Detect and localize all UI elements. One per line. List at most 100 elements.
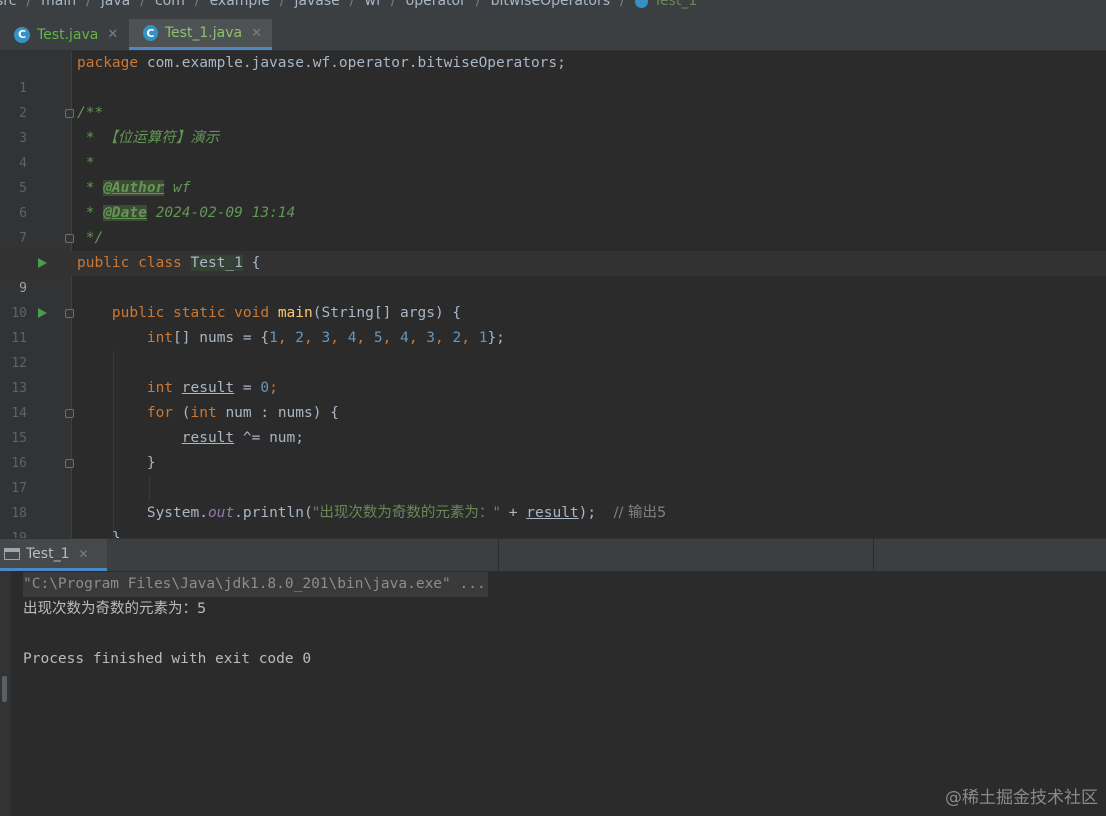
- brace: {: [242, 255, 261, 271]
- doc-comment: */: [77, 230, 104, 246]
- breadcrumb-item[interactable]: example: [210, 0, 270, 9]
- breadcrumb-item[interactable]: operator: [406, 0, 466, 9]
- keyword: class: [138, 255, 182, 271]
- fold-icon[interactable]: [65, 234, 74, 243]
- keyword: void: [234, 305, 270, 321]
- watermark: @稀土掘金技术社区: [945, 788, 1098, 808]
- java-class-icon: C: [14, 26, 30, 43]
- breadcrumb-separator: /: [194, 0, 200, 9]
- comma: ,: [461, 330, 479, 346]
- class-name: Test_1: [190, 255, 243, 271]
- breadcrumb-separator: /: [620, 0, 625, 9]
- breadcrumb-current[interactable]: Test_1: [654, 0, 697, 9]
- close-icon[interactable]: ✕: [251, 26, 262, 41]
- code-line-20: 20 }: [0, 526, 1106, 538]
- number-literal: 0: [260, 380, 270, 396]
- code-line-15: 15 for (int num : nums) {: [0, 401, 1106, 446]
- run-tool-tab-bar: Test_1 ✕: [0, 538, 1106, 571]
- comma: ,: [356, 330, 374, 346]
- comma: ,: [382, 330, 401, 346]
- number-literal: 4: [400, 330, 409, 346]
- tab-label: Test_1.java: [164, 25, 243, 41]
- divider: [498, 539, 499, 571]
- breadcrumb-item[interactable]: wf: [365, 0, 381, 9]
- doc-comment: *: [77, 180, 95, 196]
- code-line-14: 14 int result = 0;: [0, 376, 1106, 421]
- variable: result: [181, 430, 235, 446]
- doc-comment: *: [77, 155, 95, 171]
- method-call: .println(: [234, 505, 313, 521]
- number-literal: 2: [295, 330, 305, 346]
- package-name: com.example.javase.wf.operator.bitwiseOp…: [146, 55, 566, 71]
- breadcrumb-item[interactable]: javase: [295, 0, 340, 9]
- method-params: (String[] args) {: [312, 305, 462, 321]
- array-close: };: [487, 330, 505, 346]
- tab-test-java[interactable]: C Test.java ✕: [0, 19, 129, 50]
- code-line-5: 5 *: [0, 151, 1106, 196]
- fold-icon[interactable]: [65, 309, 74, 318]
- number-literal: 1: [269, 330, 278, 346]
- code-line-3: 3 /**: [0, 101, 1106, 146]
- run-icon[interactable]: [38, 258, 47, 268]
- keyword: int: [146, 380, 174, 396]
- comma: ,: [435, 330, 453, 346]
- operator: +: [500, 505, 527, 521]
- call-end: );: [578, 505, 597, 521]
- array-values: 1, 2, 3, 4, 5, 4, 3, 2, 1: [269, 330, 487, 346]
- code-line-18: 18: [0, 476, 1106, 521]
- breadcrumb-separator: /: [26, 0, 32, 9]
- code-line-8: 8 */: [0, 226, 1106, 271]
- keyword: public: [77, 255, 130, 271]
- fold-icon[interactable]: [65, 109, 74, 118]
- breadcrumb-item[interactable]: src: [0, 0, 16, 9]
- static-field: out: [207, 505, 235, 521]
- comma: ,: [277, 330, 296, 346]
- brace: }: [111, 530, 121, 538]
- code-line-11: 11 public static void main(String[] args…: [0, 301, 1106, 346]
- divider: [873, 539, 874, 571]
- doc-value: 2024-02-09 13:14: [146, 205, 296, 221]
- scroll-marker[interactable]: [2, 676, 7, 702]
- code-line-10: 10: [0, 276, 1106, 321]
- tab-label: Test.java: [37, 26, 99, 43]
- keyword: for: [146, 405, 174, 421]
- breadcrumb-item[interactable]: java: [101, 0, 130, 9]
- doc-value: wf: [164, 180, 191, 196]
- editor-tab-bar: C Test.java ✕ C Test_1.java ✕: [0, 19, 1106, 51]
- code-line-2: 2: [0, 76, 1106, 121]
- breadcrumb-item[interactable]: com: [155, 0, 185, 9]
- variable: result: [181, 380, 235, 396]
- comma: ,: [304, 330, 322, 346]
- run-icon[interactable]: [38, 308, 47, 318]
- keyword: int: [146, 330, 174, 346]
- doc-tag: @Author: [103, 180, 165, 196]
- code-line-12: 1 2 int[] nums = {1, 2, 3, 4, 5, 4, 3, 2,…: [0, 326, 1106, 371]
- run-console-icon: [4, 547, 20, 560]
- breadcrumb-separator: /: [86, 0, 91, 9]
- doc-title: 【位运算符】演示: [103, 130, 220, 146]
- close-icon[interactable]: ✕: [107, 27, 118, 42]
- breadcrumb-item[interactable]: main: [41, 0, 76, 9]
- code-line-19: 19 System.out.println("出现次数为奇数的元素为：" + r…: [0, 501, 1106, 538]
- array-decl: [] nums = {: [173, 330, 270, 346]
- run-tab[interactable]: Test_1 ✕: [0, 539, 107, 571]
- tab-test-1-java[interactable]: C Test_1.java ✕: [129, 19, 272, 50]
- close-icon[interactable]: ✕: [78, 547, 88, 561]
- fold-icon[interactable]: [65, 409, 74, 418]
- doc-comment: *: [77, 205, 95, 221]
- console-output[interactable]: "C:\Program Files\Java\jdk1.8.0_201\bin\…: [0, 571, 1106, 816]
- code-line-1: 1 package com.example.javase.wf.operator…: [0, 51, 1106, 96]
- keyword: int: [190, 405, 217, 421]
- code-line-9: 9 public class Test_1 {: [0, 251, 1106, 296]
- breadcrumb-item[interactable]: bitwiseOperators: [491, 0, 610, 9]
- breadcrumb-separator: /: [390, 0, 396, 9]
- fold-icon[interactable]: [65, 459, 74, 468]
- doc-tag: @Date: [103, 205, 147, 221]
- breadcrumb-separator: /: [475, 0, 481, 9]
- number-literal: 2: [452, 330, 462, 346]
- console-command: "C:\Program Files\Java\jdk1.8.0_201\bin\…: [23, 572, 488, 597]
- semicolon: ;: [269, 380, 278, 396]
- breadcrumb-separator: /: [279, 0, 285, 9]
- keyword: package: [77, 55, 139, 71]
- code-editor[interactable]: 1 package com.example.javase.wf.operator…: [0, 51, 1106, 538]
